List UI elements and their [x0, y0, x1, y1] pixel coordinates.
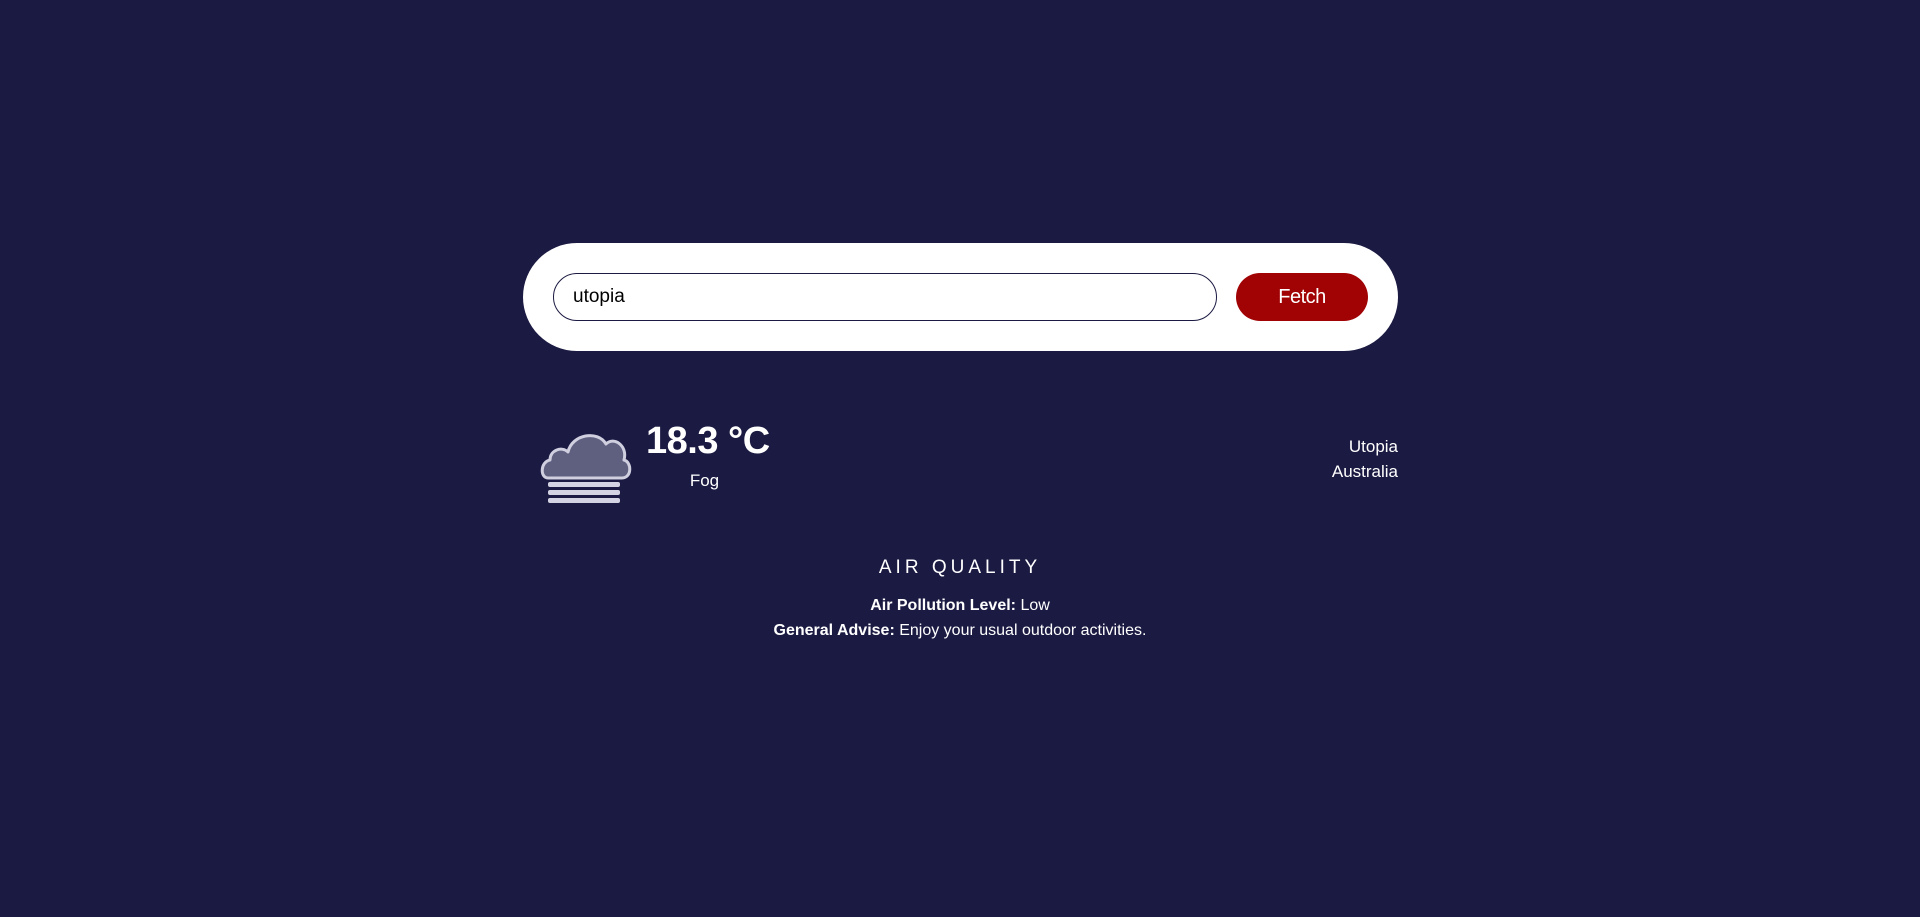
fog-cloud-icon: [538, 420, 632, 504]
air-pollution-level-value: Low: [1016, 597, 1050, 614]
location-country: Australia: [1331, 462, 1398, 481]
fetch-button[interactable]: Fetch: [1236, 273, 1368, 321]
air-quality-heading: AIR QUALITY: [878, 557, 1042, 578]
location-city: Utopia: [1348, 437, 1398, 456]
air-pollution-level-label: Air Pollution Level:: [870, 597, 1016, 614]
weather-condition: Fog: [689, 471, 720, 490]
search-card: Fetch: [523, 243, 1398, 351]
general-advise-label: General Advise:: [773, 622, 895, 639]
general-advise-value: Enjoy your usual outdoor activities.: [894, 622, 1147, 639]
general-advise: General Advise: Enjoy your usual outdoor…: [0, 622, 1920, 640]
temperature-value: 18.3 °C: [646, 420, 770, 462]
air-pollution-level: Air Pollution Level: Low: [0, 597, 1920, 615]
location-block: Utopia Australia: [1332, 434, 1398, 484]
city-search-input[interactable]: [553, 273, 1217, 321]
